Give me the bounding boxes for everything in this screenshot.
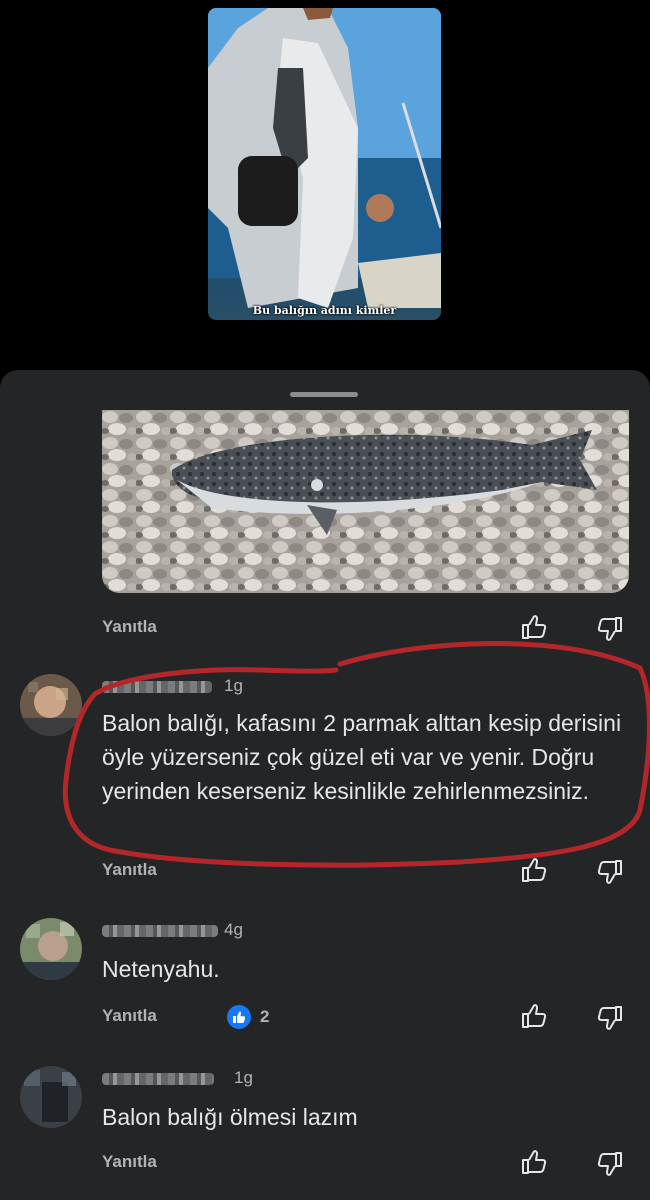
comment-photo[interactable] [102,410,629,593]
blurred-name [102,925,218,937]
avatar-image [20,1066,82,1128]
avatar-image [20,674,82,736]
video-frame-image [208,8,441,308]
thumbs-down-icon[interactable] [596,1150,624,1178]
thumbs-up-icon[interactable] [520,613,548,641]
thumbs-down-icon[interactable] [596,858,624,886]
comment-actions: Yanıtla [0,1148,650,1178]
avatar[interactable] [20,1066,82,1128]
avatar[interactable] [20,674,82,736]
reply-link[interactable]: Yanıtla [102,860,157,880]
reply-link[interactable]: Yanıtla [102,617,157,637]
pufferfish-photo [102,410,629,593]
reply-link[interactable]: Yanıtla [102,1152,157,1172]
reaction-summary[interactable]: 2 [227,1004,269,1030]
thumbs-up-icon[interactable] [520,1002,548,1030]
comment-actions: Yanıtla [0,856,650,886]
thumbs-up-icon[interactable] [520,1148,548,1176]
comment-author[interactable]: 1g [102,676,262,696]
comment-time: 4g [224,920,243,939]
comment-text: Balon balığı ölmesi lazım [102,1104,358,1130]
reaction-count: 2 [260,1007,270,1026]
blurred-name [102,1073,214,1085]
comment-actions: Yanıtla [0,613,650,643]
avatar-image [20,918,82,980]
comment-author[interactable]: 1g [102,1068,262,1088]
comment-text: Balon balığı, kafasını 2 parmak alttan k… [102,710,622,804]
comment-actions: Yanıtla 2 [0,1002,650,1032]
thumbs-down-icon[interactable] [596,615,624,643]
comment-time: 1g [234,1068,253,1087]
comment-time: 1g [224,676,243,695]
like-reaction-icon [227,1005,251,1029]
thumbs-up-icon[interactable] [520,856,548,884]
comment-author[interactable]: 4g [102,920,262,940]
avatar[interactable] [20,918,82,980]
video-thumbnail[interactable]: Bu balığın adını kimler [208,8,441,320]
video-caption: Bu balığın adını kimler [252,304,397,317]
drag-handle[interactable] [290,392,358,397]
thumbs-down-icon[interactable] [596,1004,624,1032]
comment-text: Netenyahu. [102,956,220,982]
comments-sheet: Yanıtla 1g Balon balığı, kafasını 2 parm… [0,370,650,1200]
reply-link[interactable]: Yanıtla [102,1006,157,1026]
blurred-name [102,681,212,693]
